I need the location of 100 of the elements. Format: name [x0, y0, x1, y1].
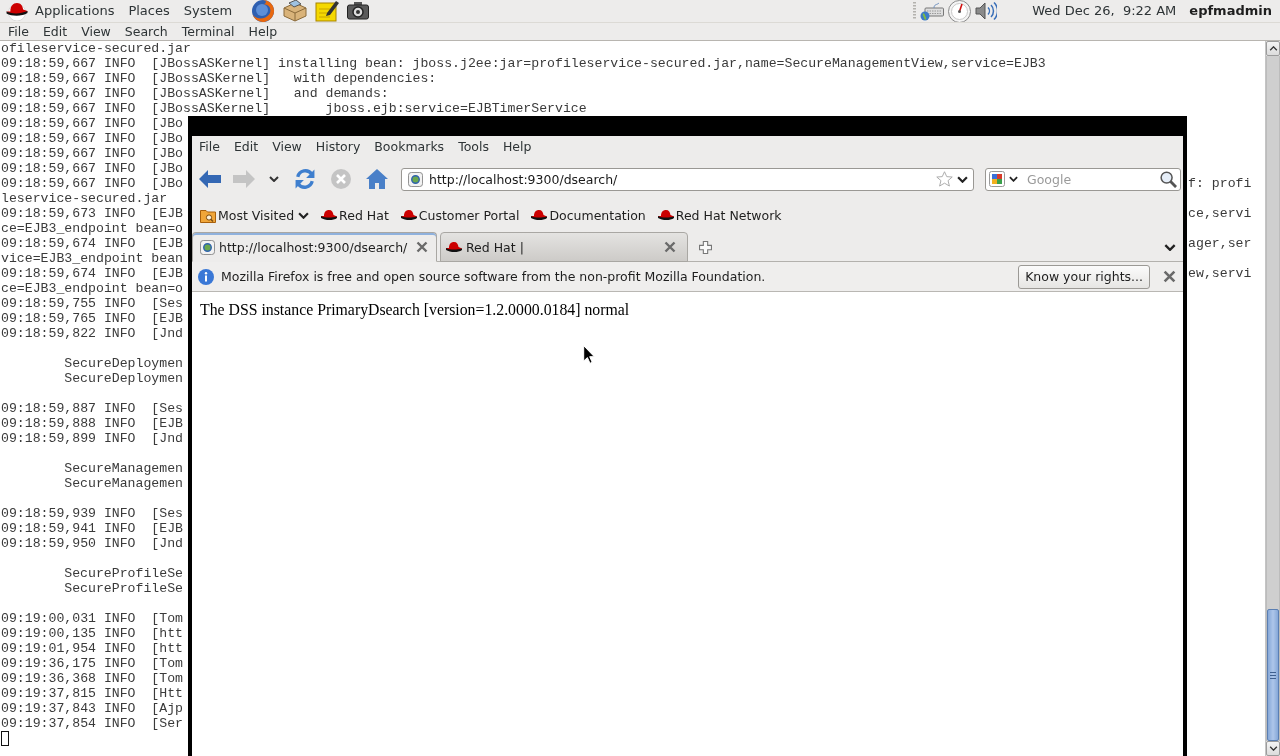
keyboard-icon[interactable]: [920, 1, 945, 21]
hat-icon: [531, 209, 548, 221]
menu-item[interactable]: Edit: [35, 23, 75, 40]
bookmark-item[interactable]: Red Hat Network: [654, 207, 785, 223]
caret-icon[interactable]: [957, 175, 968, 183]
chevron-up-icon: [1268, 46, 1278, 51]
caret-icon[interactable]: [298, 211, 310, 219]
menu-item[interactable]: Edit: [226, 136, 266, 158]
log-line: leservice-secured.jar: [1, 191, 168, 206]
log-line: 09:18:59,939 INFO [Ses: [1, 506, 184, 521]
bookmark-item[interactable]: Customer Portal: [397, 207, 523, 223]
clock-text[interactable]: Wed Dec 26, 9:22 AM: [1032, 3, 1177, 19]
log-line: SecureDeploymen: [64, 356, 183, 371]
log-line: ew,servi: [1188, 266, 1252, 281]
menu-item[interactable]: View: [265, 136, 309, 158]
log-line: SecureManagemen: [64, 476, 183, 491]
rights-button[interactable]: Know your rights...: [1018, 264, 1150, 289]
scrollbar[interactable]: [1265, 41, 1280, 756]
menu-item[interactable]: Help: [495, 136, 539, 158]
log-line: 09:19:36,368 INFO [Tom: [1, 671, 184, 686]
globe-icon[interactable]: [251, 0, 276, 23]
back-arrow-icon[interactable]: [199, 170, 221, 188]
panel-menu[interactable]: Places: [121, 0, 177, 22]
log-line: SecureManagemen: [64, 461, 183, 476]
terminal-cursor: [1, 731, 9, 746]
bookmark-item[interactable]: Red Hat: [318, 207, 392, 223]
scrollbar-thumb[interactable]: [1267, 609, 1279, 741]
bookmark-item[interactable]: Most Visited: [197, 207, 313, 223]
camera-icon[interactable]: [347, 2, 370, 20]
bookmark-item[interactable]: Documentation: [528, 207, 649, 223]
log-line: 09:19:37,854 INFO [Ser: [1, 716, 184, 731]
menu-item[interactable]: Bookmarks: [367, 136, 452, 158]
notification-text: Mozilla Firefox is free and open source software from the non-profit Mozilla Foundation.: [221, 269, 766, 284]
scroll-down-button[interactable]: [1266, 741, 1280, 756]
gauge-icon[interactable]: [948, 0, 972, 23]
caret-icon[interactable]: [1164, 243, 1176, 251]
log-line: 09:18:59,674 INFO [EJB: [1, 236, 184, 251]
hat-icon: [657, 209, 674, 221]
scroll-up-button[interactable]: [1266, 41, 1280, 56]
log-line: 09:18:59,667 INFO [JBo: [1, 131, 184, 146]
log-line: 09:18:59,887 INFO [Ses: [1, 401, 184, 416]
log-line: ce,servi: [1188, 206, 1252, 221]
log-line: 09:19:36,175 INFO [Tom: [1, 656, 184, 671]
folder-icon: [200, 207, 216, 223]
log-line: 09:18:59,674 INFO [EJB: [1, 266, 184, 281]
panel-menu[interactable]: Applications: [5, 0, 122, 22]
browser-tab[interactable]: http://localhost:9300/dsearch/: [192, 232, 437, 262]
user-name[interactable]: epfmadmin: [1189, 3, 1272, 19]
menu-item[interactable]: History: [308, 136, 368, 158]
star-icon[interactable]: [936, 171, 953, 187]
log-line: SecureDeploymen: [64, 371, 183, 386]
log-line: 09:18:59,667 INFO [JBossASKernel] and demands:: [1, 86, 389, 101]
page-icon: [200, 239, 215, 255]
menu-item[interactable]: Search: [117, 23, 175, 40]
panel-menu[interactable]: System: [176, 0, 240, 22]
close-icon[interactable]: [416, 241, 428, 253]
log-line: 09:19:01,954 INFO [htt: [1, 641, 184, 656]
menu-item[interactable]: Help: [241, 23, 285, 40]
log-line: 09:18:59,899 INFO [Jnd: [1, 431, 184, 446]
search-field[interactable]: Google: [985, 167, 1181, 191]
caret-icon[interactable]: [269, 176, 279, 182]
menu-item[interactable]: Terminal: [174, 23, 242, 40]
close-icon[interactable]: [1163, 270, 1176, 283]
log-line: 09:18:59,667 INFO [JBossASKernel] installing bean: jboss.j2ee:jar=profileservice-secured.jar,name=SecureManagementView,service=EJB3: [1, 56, 1046, 71]
hat-icon: [446, 241, 462, 253]
browser-tab[interactable]: Red Hat |: [440, 232, 688, 262]
menu-item[interactable]: File: [192, 136, 227, 158]
menu-item[interactable]: View: [74, 23, 118, 40]
speaker-icon[interactable]: [975, 1, 998, 21]
log-line: 09:19:00,135 INFO [htt: [1, 626, 184, 641]
page-text: The DSS instance PrimaryDsearch [version=1.2.0000.0184] normal: [200, 301, 630, 318]
caret-icon[interactable]: [1009, 175, 1018, 182]
url-field[interactable]: http://localhost:9300/dsearch/: [401, 167, 974, 191]
menu-item[interactable]: Tools: [451, 136, 496, 158]
log-line: 09:18:59,667 INFO [JBo: [1, 161, 184, 176]
log-line: 09:18:59,755 INFO [Ses: [1, 296, 184, 311]
log-line: 09:18:59,667 INFO [JBo: [1, 116, 184, 131]
log-line: 09:18:59,667 INFO [JBo: [1, 146, 184, 161]
hat-icon: [321, 209, 338, 221]
search-icon[interactable]: [1160, 170, 1177, 188]
plus-icon[interactable]: [699, 240, 712, 254]
engine-icon[interactable]: [989, 170, 1005, 187]
log-line: vice=EJB3_endpoint bean: [1, 251, 184, 266]
reload-icon[interactable]: [295, 169, 315, 189]
grip-icon: [913, 2, 917, 20]
log-line: 09:18:59,667 INFO [JBossASKernel] with dependencies:: [1, 71, 437, 86]
close-icon[interactable]: [664, 241, 676, 253]
log-line: ce=EJB3_endpoint bean=o: [1, 221, 184, 236]
pointer-icon: [583, 345, 595, 364]
home-icon[interactable]: [366, 169, 388, 189]
log-line: ofileservice-secured.jar: [1, 41, 191, 56]
package-icon[interactable]: [283, 0, 308, 22]
log-line: 09:18:59,667 INFO [JBo: [1, 176, 184, 191]
log-line: 09:19:00,031 INFO [Tom: [1, 611, 184, 626]
menu-item[interactable]: File: [1, 23, 36, 40]
log-line: 09:18:59,765 INFO [EJB: [1, 311, 184, 326]
log-line: 09:18:59,822 INFO [Jnd: [1, 326, 184, 341]
hat-icon: [400, 209, 417, 221]
log-line: 09:18:59,667 INFO [JBossASKernel] jboss.ejb:service=EJBTimerService: [1, 101, 587, 116]
notepad-icon[interactable]: [315, 0, 340, 22]
